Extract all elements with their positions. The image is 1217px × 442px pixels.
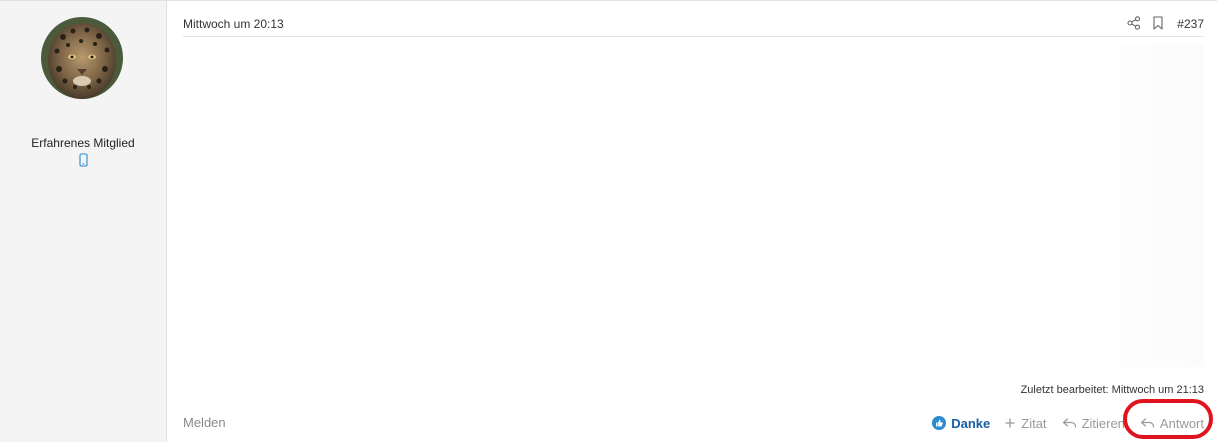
thumbs-up-icon [932,416,947,430]
post-header: Mittwoch um 20:13 #237 [183,1,1204,37]
thanks-label: Danke [951,415,991,431]
user-panel: Erfahrenes Mitglied [0,1,167,442]
post-date[interactable]: Mittwoch um 20:13 [183,17,284,31]
post-content [183,45,1204,367]
forum-post: Erfahrenes Mitglied Mittwoch um 20:13 #2… [0,0,1217,442]
reply-button[interactable]: Antwort [1140,416,1204,431]
reply-arrow-icon [1140,418,1155,428]
reply-arrow-icon [1062,418,1076,428]
thanks-button[interactable]: Danke [932,416,990,431]
reply-label: Antwort [1159,415,1204,431]
mobile-icon [79,153,88,167]
avatar[interactable] [41,17,123,99]
post-number-link[interactable]: #237 [1177,17,1204,31]
content-fade [1064,45,1204,367]
share-icon[interactable] [1127,16,1141,30]
report-link[interactable]: Melden [183,415,226,430]
last-edited-note: Zuletzt bearbeitet: Mittwoch um 21:13 [1020,384,1204,396]
post-main: Mittwoch um 20:13 #237 Zuletzt bearbeite… [167,1,1217,442]
quote-label: Zitieren [1081,415,1125,431]
add-quote-button[interactable]: Zitat [1005,415,1047,431]
post-footer: Melden Danke Zitat Zitieren Antwort [183,411,1204,435]
add-quote-label: Zitat [1021,415,1047,431]
quote-button[interactable]: Zitieren [1062,416,1125,431]
bookmark-icon[interactable] [1152,16,1164,30]
post-actions: Danke Zitat Zitieren Antwort [917,411,1204,435]
user-rank-title: Erfahrenes Mitglied [31,136,135,150]
plus-icon [1005,418,1015,428]
